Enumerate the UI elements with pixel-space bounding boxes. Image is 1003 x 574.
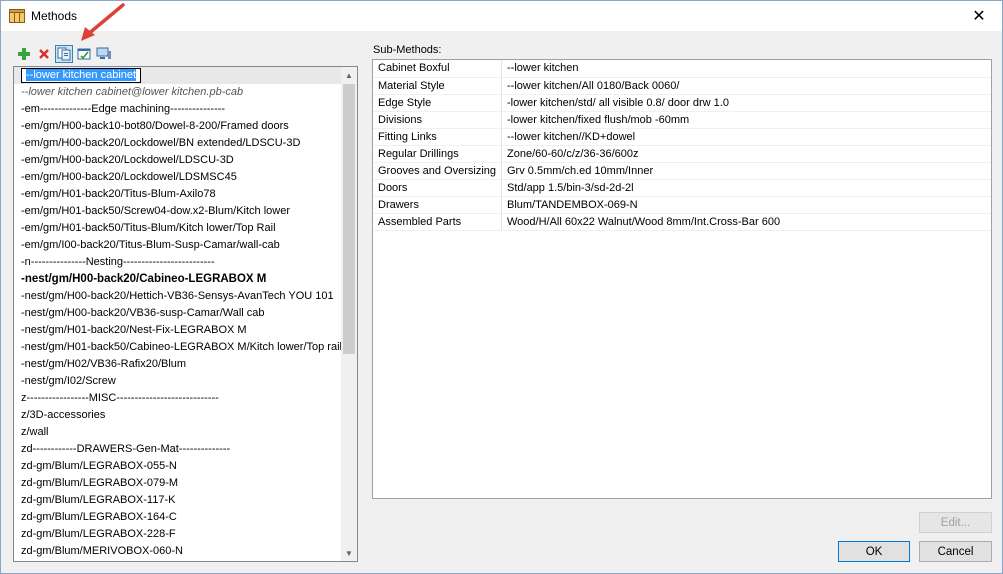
close-button[interactable]: ✕ xyxy=(956,1,1002,31)
sub-method-value: Blum/TANDEMBOX-069-N xyxy=(501,196,991,214)
method-list-item[interactable]: -em--------------Edge machining---------… xyxy=(14,101,342,118)
method-list-item[interactable]: -nest/gm/H00-back20/Cabineo-LEGRABOX M xyxy=(14,271,342,288)
sub-method-key: Regular Drillings xyxy=(373,145,502,163)
method-list-item[interactable]: zd-gm/Blum/LEGRABOX-055-N xyxy=(14,458,342,475)
copy-method-button[interactable] xyxy=(55,45,73,63)
sub-method-row[interactable]: Doors Std/app 1.5/bin-3/sd-2d-2l xyxy=(373,179,991,197)
monitor-icon xyxy=(96,47,111,59)
methods-app-icon xyxy=(9,9,25,23)
method-list-item[interactable]: -n---------------Nesting----------------… xyxy=(14,254,342,271)
method-list-item[interactable]: -nest/gm/H01-back20/Nest-Fix-LEGRABOX M xyxy=(14,322,342,339)
add-method-button[interactable] xyxy=(15,45,33,63)
sub-method-row[interactable]: Cabinet Boxful --lower kitchen xyxy=(373,60,991,78)
sub-method-value: --lower kitchen xyxy=(501,60,991,78)
method-list-item[interactable]: -em/gm/H01-back50/Screw04-dow.x2-Blum/Ki… xyxy=(14,203,342,220)
sub-method-value: Grv 0.5mm/ch.ed 10mm/Inner xyxy=(501,162,991,180)
preview-button[interactable] xyxy=(95,45,113,63)
sub-method-value: Wood/H/All 60x22 Walnut/Wood 8mm/Int.Cro… xyxy=(501,213,991,231)
sub-methods-grid: Cabinet Boxful --lower kitchen Material St… xyxy=(372,59,992,499)
sub-method-key: Fitting Links xyxy=(373,128,502,146)
method-list-item[interactable]: z/3D-accessories xyxy=(14,407,342,424)
method-list-item[interactable]: -em/gm/H01-back50/Titus-Blum/Kitch lower… xyxy=(14,220,342,237)
method-list-item[interactable]: zd-gm/Blum/LEGRABOX-117-K xyxy=(14,492,342,509)
sub-method-value: Std/app 1.5/bin-3/sd-2d-2l xyxy=(501,179,991,197)
list-scrollbar[interactable]: ▲ ▼ xyxy=(341,67,357,561)
sub-method-row[interactable]: Regular Drillings Zone/60-60/c/z/36-36/60… xyxy=(373,145,991,163)
sub-method-key: Grooves and Oversizing xyxy=(373,162,502,180)
methods-list-items: --lower kitchen cabinet --lower kitchen … xyxy=(14,67,342,560)
method-list-item[interactable]: zd-gm/Blum/MERIVOBOX-060-N xyxy=(14,543,342,560)
method-list-item[interactable]: z-----------------MISC------------------… xyxy=(14,390,342,407)
sub-method-key: Assembled Parts xyxy=(373,213,502,231)
sub-method-value: Zone/60-60/c/z/36-36/600z xyxy=(501,145,991,163)
ok-button[interactable]: OK xyxy=(838,541,910,562)
scroll-down-icon[interactable]: ▼ xyxy=(341,545,357,561)
method-list-item[interactable]: -em/gm/H00-back20/Lockdowel/BN extended/… xyxy=(14,135,342,152)
sub-methods-label: Sub-Methods: xyxy=(373,44,442,56)
sub-method-row[interactable]: Grooves and Oversizing Grv 0.5mm/ch.ed 10… xyxy=(373,162,991,180)
method-list-item[interactable]: -em/gm/H00-back20/Lockdowel/LDSMSC45 xyxy=(14,169,342,186)
sub-method-row[interactable]: Edge Style -lower kitchen/std/ all visibl… xyxy=(373,94,991,112)
edit-button[interactable]: Edit... xyxy=(919,512,992,533)
method-list-item[interactable]: -nest/gm/H01-back50/Cabineo-LEGRABOX M/K… xyxy=(14,339,342,356)
cancel-button[interactable]: Cancel xyxy=(919,541,992,562)
method-list-item[interactable]: -em/gm/I00-back20/Titus-Blum-Susp-Camar/… xyxy=(14,237,342,254)
sub-method-row[interactable]: Material Style --lower kitchen/All 0180/B… xyxy=(373,77,991,95)
scrollbar-thumb[interactable] xyxy=(343,84,355,354)
sub-method-row[interactable]: Divisions -lower kitchen/fixed flush/mob … xyxy=(373,111,991,129)
add-icon xyxy=(18,48,30,60)
delete-icon xyxy=(39,49,49,59)
sub-method-key: Edge Style xyxy=(373,94,502,112)
methods-dialog: Methods ✕ --lower kitchen cabinet --lowe… xyxy=(0,0,1003,574)
method-list-item[interactable]: zd------------DRAWERS-Gen-Mat-----------… xyxy=(14,441,342,458)
method-list-item[interactable]: zd-gm/Blum/LEGRABOX-228-F xyxy=(14,526,342,543)
method-list-item[interactable]: -em/gm/H01-back20/Titus-Blum-Axilo78 xyxy=(14,186,342,203)
method-list-item[interactable]: -nest/gm/H00-back20/Hettich-VB36-Sensys-… xyxy=(14,288,342,305)
method-list-item[interactable]: -nest/gm/H00-back20/VB36-susp-Camar/Wall… xyxy=(14,305,342,322)
window-title: Methods xyxy=(31,9,78,23)
delete-method-button[interactable] xyxy=(35,45,53,63)
method-list-item[interactable]: z/wall xyxy=(14,424,342,441)
scroll-up-icon[interactable]: ▲ xyxy=(341,67,357,83)
sub-method-row[interactable]: Assembled Parts Wood/H/All 60x22 Walnut/W… xyxy=(373,213,991,231)
sub-method-row[interactable]: Drawers Blum/TANDEMBOX-069-N xyxy=(373,196,991,214)
method-name-input[interactable]: --lower kitchen cabinet xyxy=(21,68,142,83)
sub-method-key: Drawers xyxy=(373,196,502,214)
method-list-item[interactable]: --lower kitchen cabinet@lower kitchen.pb… xyxy=(14,84,342,101)
close-icon: ✕ xyxy=(972,8,986,25)
sub-method-value: -lower kitchen/std/ all visible 0.8/ doo… xyxy=(501,94,991,112)
sub-method-row[interactable]: Fitting Links --lower kitchen//KD+dowel xyxy=(373,128,991,146)
method-list-item[interactable]: -nest/gm/H02/VB36-Rafix20/Blum xyxy=(14,356,342,373)
method-name-editor-row[interactable]: --lower kitchen cabinet xyxy=(14,67,342,84)
copy-icon xyxy=(57,47,71,61)
toolbar xyxy=(15,45,113,63)
title-bar: Methods ✕ xyxy=(1,1,1002,31)
method-list-item[interactable]: -em/gm/H00-back20/Lockdowel/LDSCU-3D xyxy=(14,152,342,169)
edit-details-button[interactable] xyxy=(75,45,93,63)
sub-method-key: Doors xyxy=(373,179,502,197)
edit-details-icon xyxy=(77,48,91,60)
sub-method-value: --lower kitchen/All 0180/Back 0060/ xyxy=(501,77,991,95)
sub-method-key: Material Style xyxy=(373,77,502,95)
sub-method-value: --lower kitchen//KD+dowel xyxy=(501,128,991,146)
method-list-item[interactable]: -em/gm/H00-back10-bot80/Dowel-8-200/Fram… xyxy=(14,118,342,135)
sub-method-value: -lower kitchen/fixed flush/mob -60mm xyxy=(501,111,991,129)
method-list-item[interactable]: -nest/gm/I02/Screw xyxy=(14,373,342,390)
sub-method-key: Divisions xyxy=(373,111,502,129)
method-list-item[interactable]: zd-gm/Blum/LEGRABOX-079-M xyxy=(14,475,342,492)
method-list-item[interactable]: zd-gm/Blum/LEGRABOX-164-C xyxy=(14,509,342,526)
methods-list[interactable]: --lower kitchen cabinet --lower kitchen … xyxy=(13,66,358,562)
sub-method-key: Cabinet Boxful xyxy=(373,60,502,78)
